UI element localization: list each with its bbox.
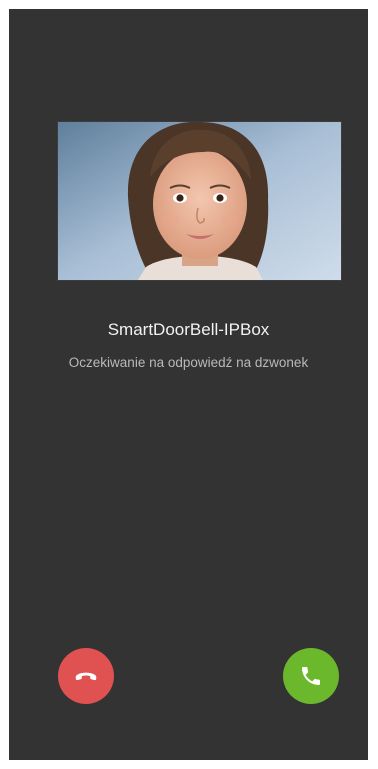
accept-call-button[interactable] bbox=[283, 648, 339, 704]
decline-call-button[interactable] bbox=[58, 648, 114, 704]
caller-name: SmartDoorBell-IPBox bbox=[107, 320, 270, 339]
phone-answer-icon bbox=[302, 667, 320, 685]
camera-snapshot-image bbox=[58, 122, 341, 280]
incoming-call-screen: SmartDoorBell-IPBox Oczekiwanie na odpow… bbox=[9, 9, 368, 760]
call-status-text: Oczekiwanie na odpowiedź na dzwonek bbox=[68, 355, 309, 370]
phone-hangup-icon bbox=[75, 672, 97, 681]
doorbell-camera-preview bbox=[57, 121, 342, 281]
